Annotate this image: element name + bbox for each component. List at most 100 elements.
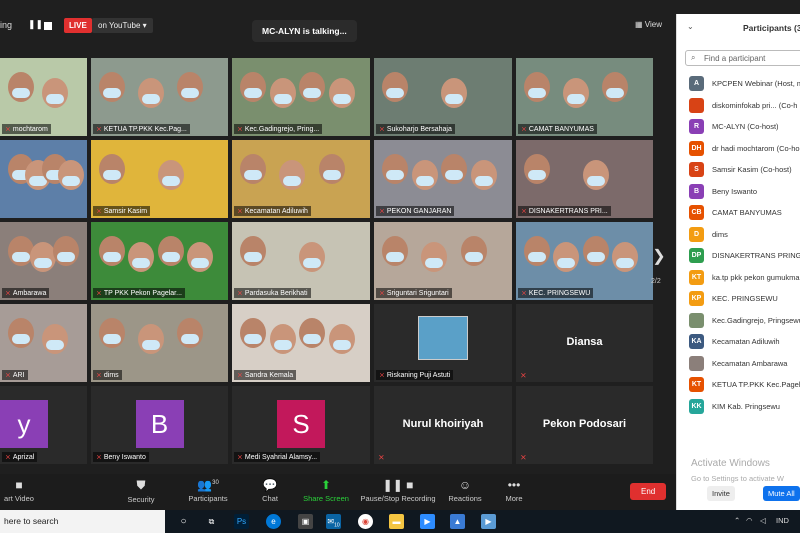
participant-row[interactable]: DH dr hadi mochtarom (Co-ho bbox=[677, 139, 800, 161]
participant-name: CAMAT BANYUMAS bbox=[712, 208, 782, 217]
participant-name-label: ⨯ KEC. PRINGSEWU bbox=[518, 288, 594, 298]
participant-name: KIM Kab. Pringsewu bbox=[712, 401, 780, 411]
live-stream-target-dropdown[interactable]: on YouTube ▾ bbox=[92, 18, 153, 33]
security-button[interactable]: ⛊ Security bbox=[124, 478, 158, 504]
zoom-icon[interactable]: ▶ bbox=[420, 514, 435, 529]
participant-row[interactable]: KK KIM Kab. Pringsewu bbox=[677, 397, 800, 419]
participant-video-tile[interactable]: Diansa ⨯ bbox=[516, 304, 653, 382]
participant-row[interactable]: diskominfokab pri... (Co-h bbox=[677, 96, 800, 118]
more-icon: ••• bbox=[507, 478, 521, 492]
participant-video-tile[interactable]: ⨯ Sandra Kemala bbox=[232, 304, 370, 382]
task-view-icon[interactable]: ⧉ bbox=[204, 514, 219, 529]
wifi-icon[interactable]: ◠ bbox=[746, 516, 753, 525]
participant-row[interactable]: Kec.Gadingrejo, Pringsewu bbox=[677, 311, 800, 333]
participant-row[interactable]: KT KETUA TP.PKK Kec.Pagelar bbox=[677, 375, 800, 397]
participant-video-tile[interactable]: ⨯ Kecamatan Adiluwih bbox=[232, 140, 370, 218]
participant-avatar bbox=[689, 355, 704, 371]
participant-name-label: ⨯ Samsir Kasim bbox=[93, 206, 151, 216]
participant-video-tile[interactable]: ⨯ KETUA TP.PKK Kec.Pag... bbox=[91, 58, 228, 136]
more-button[interactable]: ••• More bbox=[502, 478, 526, 503]
participant-avatar: DP bbox=[689, 248, 704, 263]
pause-stop-recording-button[interactable]: ❚❚ ■ Pause/Stop Recording bbox=[360, 478, 436, 503]
mute-all-button[interactable]: Mute All bbox=[763, 486, 800, 501]
participant-video-tile[interactable]: ⨯ mochtarom bbox=[0, 58, 87, 136]
participant-row[interactable]: A KPCPEN Webinar (Host, m bbox=[677, 74, 800, 96]
photos-icon[interactable]: ▲ bbox=[450, 514, 465, 529]
participant-video-tile[interactable]: ⨯ ARI bbox=[0, 304, 87, 382]
panel-title: Participants (30) bbox=[743, 23, 800, 33]
participant-name-text: CAMAT BANYUMAS bbox=[528, 126, 594, 133]
participant-video-tile[interactable]: ⨯ DISNAKERTRANS PRI... bbox=[516, 140, 653, 218]
participant-video-tile[interactable]: Nurul khoiriyah ⨯ bbox=[374, 386, 512, 464]
mail-icon[interactable]: ✉10 bbox=[326, 514, 341, 529]
participant-video-tile[interactable]: Pekon Podosari ⨯ bbox=[516, 386, 653, 464]
participant-video-tile[interactable]: S ⨯ Medi Syahrial Alamsy... bbox=[232, 386, 370, 464]
mic-muted-icon: ⨯ bbox=[237, 290, 243, 297]
cortana-icon[interactable]: ○ bbox=[176, 514, 191, 529]
end-meeting-button[interactable]: End bbox=[630, 483, 667, 500]
chat-button[interactable]: 💬 Chat bbox=[258, 478, 282, 503]
taskbar-search-input[interactable]: here to search bbox=[0, 510, 165, 533]
invite-button[interactable]: Invite bbox=[707, 486, 735, 501]
chrome-icon[interactable]: ◉ bbox=[358, 514, 373, 529]
participant-video-tile[interactable]: ⨯ Riskaning Puji Astuti bbox=[374, 304, 512, 382]
face-mask bbox=[103, 170, 121, 180]
participant-video-tile[interactable]: ⨯ KEC. PRINGSEWU bbox=[516, 222, 653, 300]
participants-button[interactable]: 👥30 Participants bbox=[184, 478, 232, 503]
page-indicator: 2/2 bbox=[651, 278, 661, 285]
participant-video-tile[interactable]: ⨯ PEKON GANJARAN bbox=[374, 140, 512, 218]
participant-name-label: ⨯ Beny Iswanto bbox=[93, 452, 149, 462]
participant-avatar: KT bbox=[689, 269, 704, 285]
face-mask bbox=[615, 258, 634, 268]
start-video-button[interactable]: ■ art Video bbox=[0, 478, 38, 503]
find-participant-input[interactable]: ⌕ Find a participant bbox=[685, 50, 800, 66]
face-mask bbox=[56, 252, 75, 262]
participant-name: KEC. PRINGSEWU bbox=[712, 294, 778, 303]
mic-muted-icon: ⨯ bbox=[237, 372, 243, 379]
live-badge: LIVE bbox=[64, 18, 92, 33]
view-button[interactable]: ▦ View bbox=[635, 20, 662, 29]
participant-video-tile[interactable]: ⨯ Pardasuka Berikhati bbox=[232, 222, 370, 300]
participant-name-label: ⨯ Aprizal bbox=[2, 452, 38, 462]
participant-row[interactable]: KP KEC. PRINGSEWU bbox=[677, 289, 800, 311]
participant-video-tile[interactable]: y ⨯ Aprizal bbox=[0, 386, 87, 464]
participant-video-tile[interactable]: ⨯ dims bbox=[91, 304, 228, 382]
participant-row[interactable]: CB CAMAT BANYUMAS bbox=[677, 203, 800, 225]
participant-row[interactable]: Kecamatan Ambarawa bbox=[677, 354, 800, 376]
gallery-view: ⨯ mochtarom ⨯ KETUA TP.PKK Kec.Pag... ⨯ Kec.G… bbox=[0, 58, 653, 464]
video-editor-icon[interactable]: ▶ bbox=[481, 514, 496, 529]
stop-recording-icon[interactable] bbox=[44, 22, 52, 30]
volume-icon[interactable]: ◁ bbox=[760, 516, 766, 525]
recording-label: ing bbox=[0, 20, 13, 30]
participant-video-tile[interactable]: ⨯ Kec.Gadingrejo, Pring... bbox=[232, 58, 370, 136]
participant-row[interactable]: R MC-ALYN (Co-host) bbox=[677, 117, 800, 139]
share-screen-button[interactable]: ⬆ Share Screen bbox=[302, 478, 350, 503]
edge-icon[interactable]: e bbox=[266, 514, 281, 529]
participant-video-tile[interactable]: ⨯ CAMAT BANYUMAS bbox=[516, 58, 653, 136]
language-indicator[interactable]: IND bbox=[776, 516, 789, 525]
participant-name-text: TP PKK Pekon Pagelar... bbox=[103, 290, 182, 297]
participant-video-tile[interactable] bbox=[0, 140, 87, 218]
participant-video-tile[interactable]: ⨯ TP PKK Pekon Pagelar... bbox=[91, 222, 228, 300]
participant-video-tile[interactable]: B ⨯ Beny Iswanto bbox=[91, 386, 228, 464]
face-mask bbox=[606, 88, 624, 98]
participant-row[interactable]: DP DISNAKERTRANS PRINGS bbox=[677, 246, 800, 268]
file-explorer-icon[interactable]: ▬ bbox=[389, 514, 404, 529]
reactions-button[interactable]: ☺ Reactions bbox=[446, 478, 484, 503]
network-icon[interactable]: ⌃ bbox=[734, 516, 740, 525]
participant-name-text: DISNAKERTRANS PRI... bbox=[528, 208, 608, 215]
photoshop-icon[interactable]: Ps bbox=[234, 514, 249, 529]
pause-recording-icon[interactable]: ❚❚ bbox=[28, 19, 43, 33]
store-icon[interactable]: ▣ bbox=[298, 514, 313, 529]
participant-row[interactable]: KT ka.tp pkk pekon gumukma bbox=[677, 268, 800, 290]
participant-row[interactable]: S Samsir Kasim (Co-host) bbox=[677, 160, 800, 182]
participant-row[interactable]: KA Kecamatan Adiluwih bbox=[677, 332, 800, 354]
face-mask bbox=[322, 170, 341, 180]
participant-row[interactable]: B Beny Iswanto bbox=[677, 182, 800, 204]
participant-avatar: y bbox=[0, 400, 48, 448]
participant-video-tile[interactable]: ⨯ Samsir Kasim bbox=[91, 140, 228, 218]
participant-video-tile[interactable]: ⨯ Sukoharjo Bersahaja bbox=[374, 58, 512, 136]
participant-video-tile[interactable]: ⨯ Sriguntari Sriguntari bbox=[374, 222, 512, 300]
participant-row[interactable]: Ddims bbox=[677, 225, 800, 247]
participant-video-tile[interactable]: ⨯ Ambarawa bbox=[0, 222, 87, 300]
